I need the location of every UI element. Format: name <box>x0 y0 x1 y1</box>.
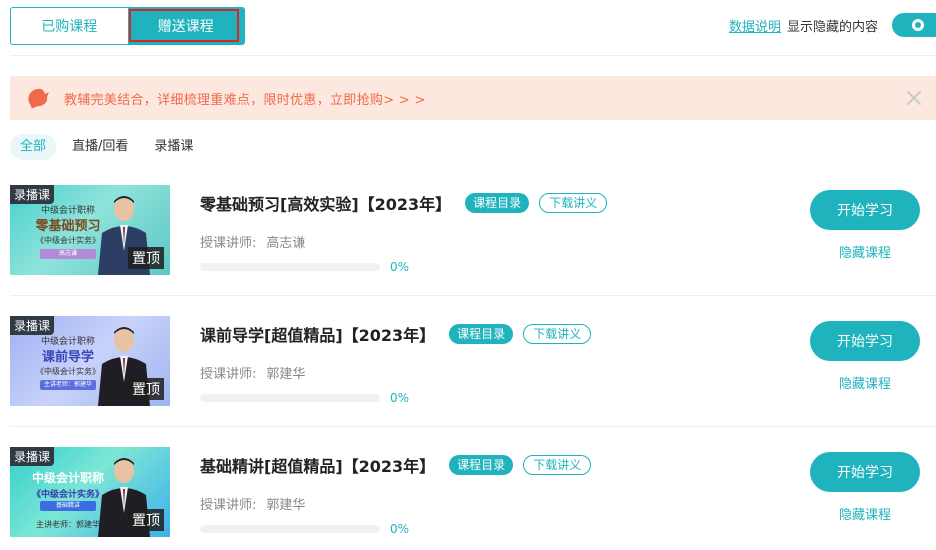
course-row: 中级会计职称 《中级会计实务》 主讲老师：郭建华 基础精讲 录播课 置顶 基础精… <box>10 427 936 550</box>
thumb-title: 基础精讲 <box>40 501 96 511</box>
progress-percent: 0% <box>390 260 410 274</box>
progress-bar <box>200 525 380 533</box>
banner-text[interactable]: 教辅完美结合，详细梳理重难点，限时优惠，立即抢购> > > <box>64 89 426 108</box>
promo-banner: 教辅完美结合，详细梳理重难点，限时优惠，立即抢购> > > <box>10 76 936 120</box>
teacher-name: 郭建华 <box>266 367 306 382</box>
catalog-button[interactable]: 课程目录 <box>449 324 514 344</box>
recorded-badge: 录播课 <box>10 447 55 466</box>
teacher-label: 授课讲师: <box>200 367 257 382</box>
course-thumbnail[interactable]: 中级会计职称 《中级会计实务》 主讲老师：郭建华 基础精讲 录播课 置顶 <box>10 447 170 537</box>
course-title[interactable]: 基础精讲[超值精品]【2023年】 <box>200 453 435 477</box>
course-row: 中级会计职称 零基础预习 《中级会计实务》 高志谦 录播课 置顶 零基础预习[高… <box>10 165 936 296</box>
data-info-link[interactable]: 数据说明 <box>729 16 781 35</box>
progress-percent: 0% <box>390 391 410 405</box>
header-actions: 数据说明 显示隐藏的内容 <box>729 12 936 38</box>
recorded-badge: 录播课 <box>10 316 55 335</box>
teacher-label: 授课讲师: <box>200 236 257 251</box>
course-title-line: 基础精讲[超值精品]【2023年】 课程目录 下载讲义 <box>200 453 592 477</box>
start-learning-button[interactable]: 开始学习 <box>810 190 920 230</box>
start-learning-button[interactable]: 开始学习 <box>810 321 920 361</box>
course-title[interactable]: 零基础预习[高效实验]【2023年】 <box>200 191 451 215</box>
progress-bar <box>200 263 380 271</box>
progress-bar <box>200 394 380 402</box>
download-notes-button[interactable]: 下载讲义 <box>539 193 608 213</box>
course-filters: 全部 直播/回看 录播课 <box>10 134 209 160</box>
filter-recorded[interactable]: 录播课 <box>144 134 203 160</box>
hide-course-link[interactable]: 隐藏课程 <box>810 504 920 523</box>
teacher-label: 授课讲师: <box>200 498 257 513</box>
tab-purchased[interactable]: 已购课程 <box>11 8 128 44</box>
teacher-info: 授课讲师: 郭建华 <box>200 363 305 382</box>
filter-live[interactable]: 直播/回看 <box>62 134 138 160</box>
course-thumbnail[interactable]: 中级会计职称 课前导学 《中级会计实务》 主讲老师：郭建华 录播课 置顶 <box>10 316 170 406</box>
header-divider <box>10 55 936 56</box>
progress: 0% <box>200 391 409 405</box>
course-title-line: 课前导学[超值精品]【2023年】 课程目录 下载讲义 <box>200 322 592 346</box>
progress: 0% <box>200 522 409 536</box>
progress: 0% <box>200 260 409 274</box>
download-notes-button[interactable]: 下载讲义 <box>523 324 592 344</box>
course-tabs: 已购课程 赠送课程 <box>10 7 245 45</box>
teacher-info: 授课讲师: 高志谦 <box>200 232 305 251</box>
show-hidden-toggle[interactable] <box>892 13 936 37</box>
teacher-info: 授课讲师: 郭建华 <box>200 494 305 513</box>
hide-course-link[interactable]: 隐藏课程 <box>810 242 920 261</box>
pin-button[interactable]: 置顶 <box>128 378 164 400</box>
course-page: 已购课程 赠送课程 数据说明 显示隐藏的内容 教辅完美结合，详细梳理重难点，限时… <box>0 0 936 550</box>
course-title-line: 零基础预习[高效实验]【2023年】 课程目录 下载讲义 <box>200 191 608 215</box>
show-hidden-label: 显示隐藏的内容 <box>786 19 878 35</box>
progress-percent: 0% <box>390 522 410 536</box>
course-thumbnail[interactable]: 中级会计职称 零基础预习 《中级会计实务》 高志谦 录播课 置顶 <box>10 185 170 275</box>
bell-icon <box>25 85 51 111</box>
thumb-teacher: 主讲老师：郭建华 <box>40 380 96 390</box>
teacher-name: 郭建华 <box>266 498 306 513</box>
teacher-name: 高志谦 <box>266 236 306 251</box>
download-notes-button[interactable]: 下载讲义 <box>523 455 592 475</box>
pin-button[interactable]: 置顶 <box>128 509 164 531</box>
pin-button[interactable]: 置顶 <box>128 247 164 269</box>
course-title[interactable]: 课前导学[超值精品]【2023年】 <box>200 322 435 346</box>
hide-course-link[interactable]: 隐藏课程 <box>810 373 920 392</box>
start-learning-button[interactable]: 开始学习 <box>810 452 920 492</box>
thumb-teacher: 高志谦 <box>40 249 96 259</box>
catalog-button[interactable]: 课程目录 <box>449 455 514 475</box>
filter-all[interactable]: 全部 <box>10 134 57 160</box>
catalog-button[interactable]: 课程目录 <box>465 193 530 213</box>
tab-gifted[interactable]: 赠送课程 <box>127 8 244 44</box>
recorded-badge: 录播课 <box>10 185 55 204</box>
course-row: 中级会计职称 课前导学 《中级会计实务》 主讲老师：郭建华 录播课 置顶 课前导… <box>10 296 936 427</box>
toggle-knob <box>912 19 924 31</box>
close-icon[interactable] <box>904 88 924 108</box>
